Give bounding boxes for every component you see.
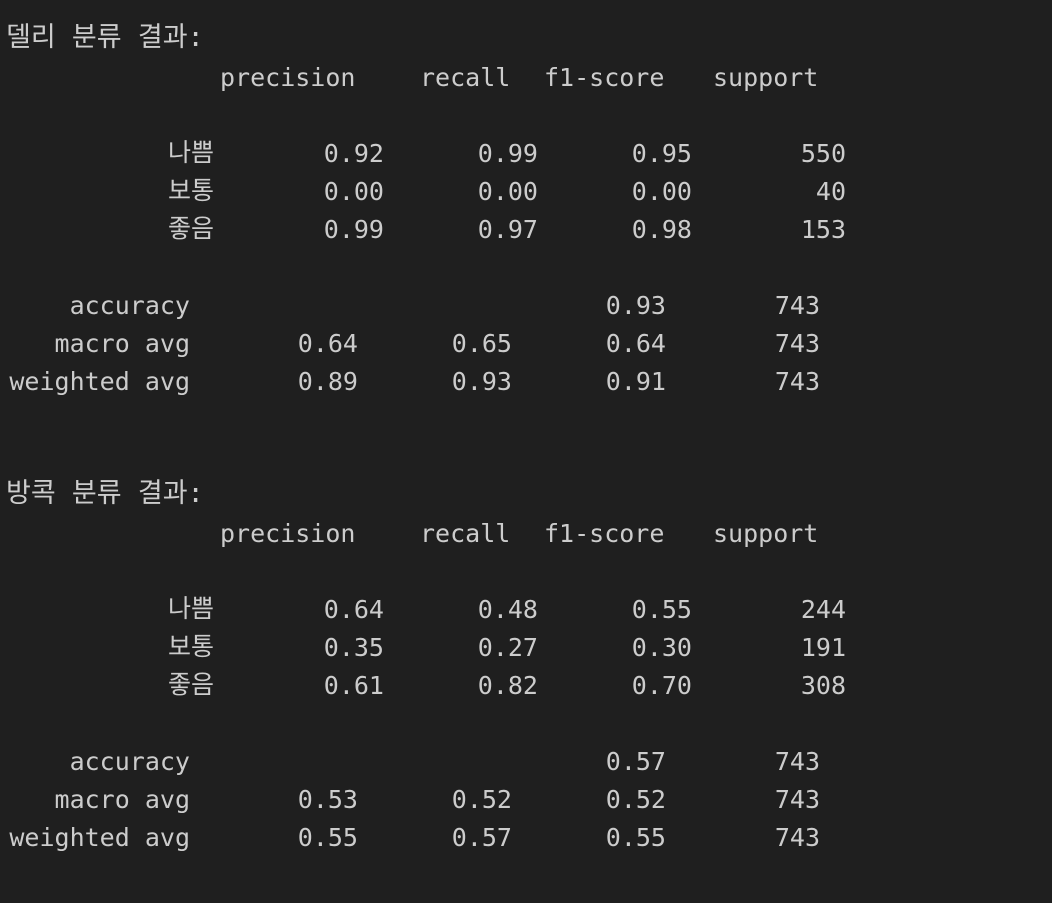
precision-value: 0.00 xyxy=(323,177,384,206)
support-value: 191 xyxy=(800,633,846,662)
row-label: 좋음 xyxy=(167,214,214,243)
precision-value: 0.55 xyxy=(297,823,358,852)
precision-value: 0.64 xyxy=(323,595,384,624)
f1-value: 0.91 xyxy=(605,367,666,396)
row-label: 나쁨 xyxy=(167,594,214,623)
f1-value: 0.30 xyxy=(631,633,692,662)
support-value: 743 xyxy=(774,329,820,358)
header-support: support xyxy=(713,519,819,548)
row-label: weighted avg xyxy=(9,367,190,396)
header-precision: precision xyxy=(220,63,356,92)
f1-value: 0.00 xyxy=(631,177,692,206)
support-value: 308 xyxy=(800,671,846,700)
support-value: 743 xyxy=(774,747,820,776)
header-precision: precision xyxy=(220,519,356,548)
row-label: 보통 xyxy=(167,632,214,661)
f1-value: 0.95 xyxy=(631,139,692,168)
precision-value: 0.92 xyxy=(323,139,384,168)
support-value: 40 xyxy=(815,177,846,206)
terminal-output: 델리 분류 결과: precision recall f1-score supp… xyxy=(0,0,1052,903)
f1-value: 0.64 xyxy=(605,329,666,358)
row-label: macro avg xyxy=(54,329,190,358)
support-value: 743 xyxy=(774,785,820,814)
precision-value: 0.89 xyxy=(297,367,358,396)
header-support: support xyxy=(713,63,819,92)
recall-value: 0.57 xyxy=(451,823,512,852)
support-value: 550 xyxy=(800,139,846,168)
row-label: weighted avg xyxy=(9,823,190,852)
header-recall: recall xyxy=(420,63,511,92)
header-f1-score: f1-score xyxy=(544,63,665,92)
support-value: 244 xyxy=(800,595,846,624)
recall-value: 0.48 xyxy=(477,595,538,624)
f1-value: 0.55 xyxy=(631,595,692,624)
recall-value: 0.82 xyxy=(477,671,538,700)
row-label: accuracy xyxy=(69,291,190,320)
header-f1-score: f1-score xyxy=(544,519,665,548)
recall-value: 0.27 xyxy=(477,633,538,662)
f1-value: 0.70 xyxy=(631,671,692,700)
precision-value: 0.53 xyxy=(297,785,358,814)
recall-value: 0.00 xyxy=(477,177,538,206)
recall-value: 0.65 xyxy=(451,329,512,358)
recall-value: 0.52 xyxy=(451,785,512,814)
support-value: 153 xyxy=(800,215,846,244)
support-value: 743 xyxy=(774,823,820,852)
support-value: 743 xyxy=(774,291,820,320)
row-label: 좋음 xyxy=(167,670,214,699)
precision-value: 0.61 xyxy=(323,671,384,700)
row-label: accuracy xyxy=(69,747,190,776)
f1-value: 0.52 xyxy=(605,785,666,814)
f1-value: 0.98 xyxy=(631,215,692,244)
precision-value: 0.99 xyxy=(323,215,384,244)
support-value: 743 xyxy=(774,367,820,396)
precision-value: 0.64 xyxy=(297,329,358,358)
f1-value: 0.93 xyxy=(605,291,666,320)
recall-value: 0.99 xyxy=(477,139,538,168)
row-label: macro avg xyxy=(54,785,190,814)
report-title: 델리 분류 결과: xyxy=(6,22,204,53)
f1-value: 0.57 xyxy=(605,747,666,776)
recall-value: 0.97 xyxy=(477,215,538,244)
f1-value: 0.55 xyxy=(605,823,666,852)
header-recall: recall xyxy=(420,519,511,548)
row-label: 나쁨 xyxy=(167,138,214,167)
report-title: 방콕 분류 결과: xyxy=(6,478,204,509)
row-label: 보통 xyxy=(167,176,214,205)
recall-value: 0.93 xyxy=(451,367,512,396)
precision-value: 0.35 xyxy=(323,633,384,662)
